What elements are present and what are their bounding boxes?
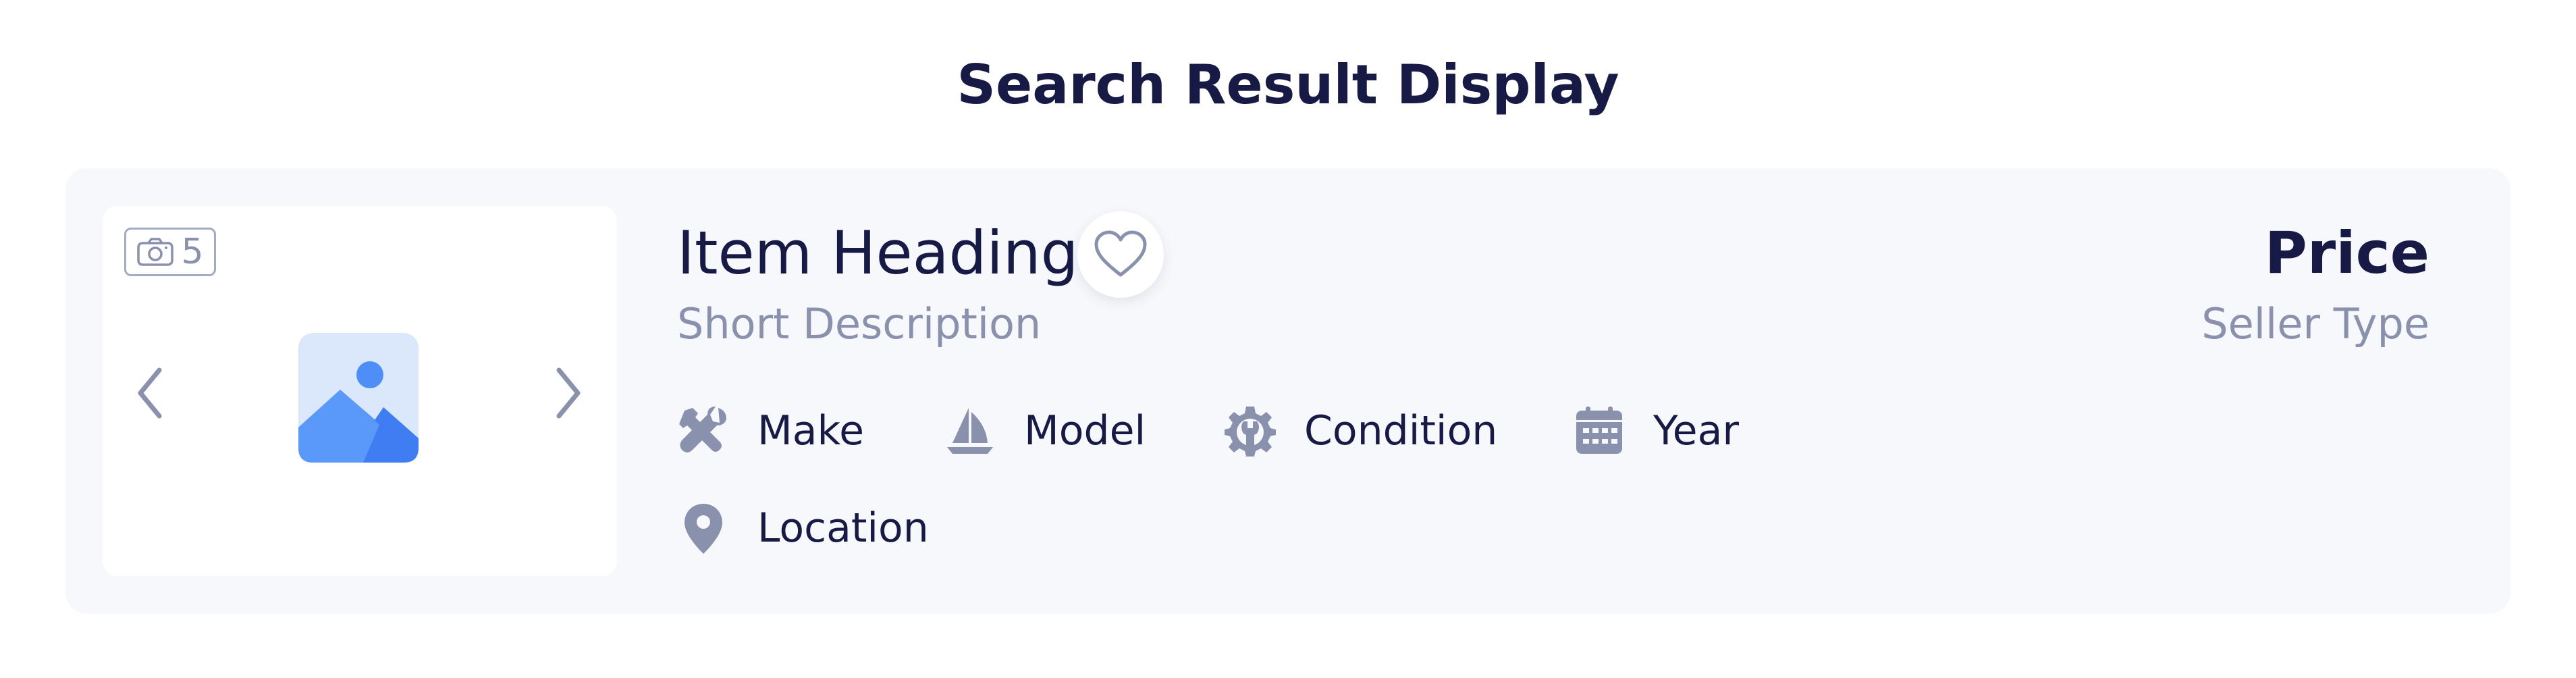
attribute-condition-label: Condition [1304,407,1498,454]
favorite-button[interactable] [1077,211,1164,298]
attribute-model: Model [943,400,1146,461]
attribute-location: Location [676,498,929,558]
image-placeholder-icon [298,333,419,463]
attribute-year: Year [1572,400,1739,461]
tools-icon [676,404,730,458]
previous-image-button[interactable] [126,363,173,423]
attribute-location-label: Location [757,504,929,552]
calendar-icon [1572,404,1626,458]
next-image-button[interactable] [545,363,592,423]
photo-count-value: 5 [181,232,204,272]
sailboat-icon [943,404,997,458]
image-gallery[interactable]: 5 [103,206,617,576]
chevron-right-icon [554,366,583,420]
search-result-card[interactable]: 5 Item Heading Short Description Price S… [65,168,2511,614]
map-pin-icon [676,501,730,555]
chevron-left-icon [135,366,165,420]
photo-count-badge: 5 [124,228,216,276]
attribute-make-label: Make [757,407,865,454]
short-description: Short Description [677,299,1042,348]
attribute-model-label: Model [1024,407,1146,454]
page: Search Result Display 5 Item Heading Sho… [0,0,2576,678]
gear-wrench-icon [1223,404,1277,458]
attribute-make: Make [676,400,864,461]
price: Price [2264,219,2430,287]
heart-icon [1094,230,1148,279]
camera-icon [136,237,174,267]
page-title: Search Result Display [957,53,1619,116]
attribute-condition: Condition [1223,400,1497,461]
item-heading[interactable]: Item Heading [677,213,1078,294]
attribute-year-label: Year [1653,407,1740,454]
seller-type: Seller Type [2201,299,2430,348]
